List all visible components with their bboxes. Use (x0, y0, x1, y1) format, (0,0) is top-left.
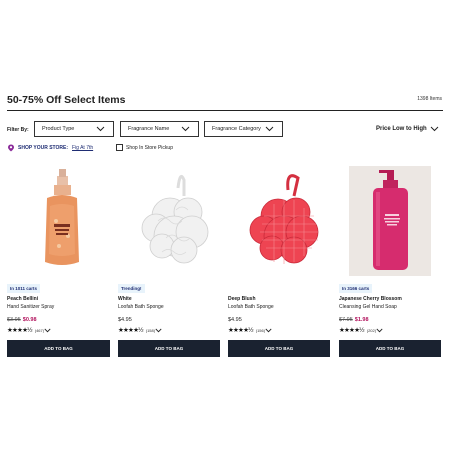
price-row: $4.95 (228, 317, 242, 323)
star-rating-icon: ★★★★½ (228, 327, 254, 334)
store-label: SHOP YOUR STORE: (18, 145, 69, 151)
price-row: $4.95 (118, 317, 132, 323)
hand-soap-product-image[interactable] (349, 166, 431, 276)
item-count: 1398 Items (417, 96, 442, 102)
chevron-down-icon (155, 328, 162, 332)
rating[interactable]: ★★★★½ (158) (118, 326, 162, 334)
product-listing-page: 50-75% Off Select Items 1398 Items Filte… (0, 0, 450, 450)
product-name[interactable]: White (118, 296, 132, 302)
fragrance-category-dropdown[interactable]: Fragrance Category (204, 121, 283, 137)
carts-badge: In 1011 carts (7, 284, 41, 293)
fragrance-name-dropdown[interactable]: Fragrance Name (120, 121, 199, 137)
trending-badge: Trending! (118, 284, 145, 293)
chevron-down-icon (265, 126, 274, 132)
filter-label: Filter By: (7, 127, 29, 133)
rating[interactable]: ★★★★½ (467) (7, 326, 51, 334)
review-count: (202) (366, 327, 377, 333)
deep-blush-loofah-product-image[interactable] (228, 166, 339, 276)
sale-price: $0.98 (22, 317, 37, 323)
price: $4.95 (228, 317, 242, 323)
price-row: $7.95 $1.98 (339, 317, 369, 323)
add-to-bag-button[interactable]: ADD TO BAG (339, 340, 441, 357)
sale-price: $1.98 (354, 317, 369, 323)
in-store-pickup-option[interactable]: Shop In Store Pickup (116, 144, 173, 151)
product-name[interactable]: Peach Bellini (7, 296, 38, 302)
product-type-dropdown[interactable]: Product Type (34, 121, 114, 137)
star-rating-icon: ★★★★½ (7, 327, 33, 334)
star-rating-icon: ★★★★½ (118, 327, 144, 334)
sort-dropdown[interactable]: Price Low to High (376, 126, 439, 132)
store-name-link[interactable]: Fig At 7th (72, 145, 93, 151)
rating[interactable]: ★★★★½ (156) (228, 326, 272, 334)
chevron-down-icon (96, 126, 105, 132)
product-name[interactable]: Japanese Cherry Blossom (339, 296, 402, 302)
original-price: $3.95 (7, 317, 21, 323)
carts-badge: In 3166 carts (339, 284, 373, 293)
white-loofah-product-image[interactable] (118, 166, 229, 276)
chevron-down-icon (44, 328, 51, 332)
chevron-down-icon (376, 328, 383, 332)
pickup-label: Shop In Store Pickup (126, 144, 173, 151)
store-selector: SHOP YOUR STORE: Fig At 7th (7, 144, 93, 152)
dropdown-label: Product Type (42, 126, 75, 132)
hand-sanitizer-product-image[interactable] (7, 166, 118, 276)
review-count: (467) (34, 327, 45, 333)
add-to-bag-button[interactable]: ADD TO BAG (228, 340, 330, 357)
product-type: Hand Sanitizer Spray (7, 304, 55, 310)
original-price: $7.95 (339, 317, 353, 323)
title-divider (7, 110, 443, 111)
star-rating-icon: ★★★★½ (339, 327, 365, 334)
review-count: (156) (255, 327, 266, 333)
review-count: (158) (145, 327, 156, 333)
store-location-icon (8, 144, 14, 152)
chevron-down-icon (430, 126, 439, 132)
dropdown-label: Fragrance Category (212, 126, 261, 132)
dropdown-label: Fragrance Name (128, 126, 170, 132)
sort-label: Price Low to High (376, 126, 427, 132)
add-to-bag-button[interactable]: ADD TO BAG (118, 340, 220, 357)
chevron-down-icon (181, 126, 190, 132)
page-title: 50-75% Off Select Items (7, 94, 126, 106)
price: $4.95 (118, 317, 132, 323)
product-type: Cleansing Gel Hand Soap (339, 304, 397, 310)
pickup-checkbox[interactable] (116, 144, 123, 151)
product-name[interactable]: Deep Blush (228, 296, 256, 302)
rating[interactable]: ★★★★½ (202) (339, 326, 383, 334)
add-to-bag-button[interactable]: ADD TO BAG (7, 340, 110, 357)
chevron-down-icon (265, 328, 272, 332)
product-type: Loofah Bath Sponge (228, 304, 274, 310)
product-type: Loofah Bath Sponge (118, 304, 164, 310)
price-row: $3.95 $0.98 (7, 317, 37, 323)
